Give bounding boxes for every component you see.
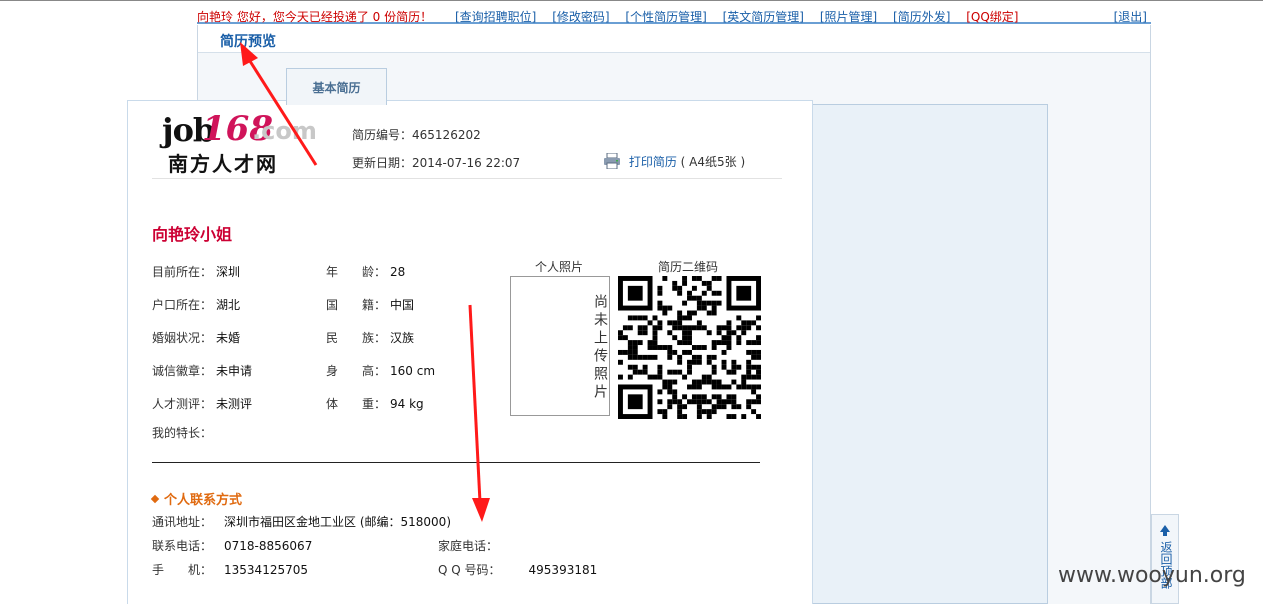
nav-english-resume[interactable]: [英文简历管理]	[723, 10, 804, 24]
nav-search-jobs[interactable]: [查询招聘职位]	[455, 10, 536, 24]
back-to-top-button[interactable]: 返回顶部	[1151, 514, 1179, 604]
resume-id-value: 465126202	[412, 128, 481, 142]
printer-icon	[604, 152, 620, 170]
nav-resume-manage[interactable]: [个性简历管理]	[625, 10, 706, 24]
welcome-message: 向艳玲 您好，您今天已经投递了 0 份简历！	[197, 10, 433, 24]
field-credit-badge: 诚信徽章： 未申请	[152, 364, 253, 378]
field-current-location: 目前所在： 深圳	[152, 265, 241, 279]
site-logo: job 168 .com 南方人才网	[162, 109, 317, 176]
logo-chinese: 南方人才网	[168, 152, 278, 176]
logout-link[interactable]: [退出]	[1114, 8, 1147, 25]
contact-phone: 联系电话： 0718-8856067	[152, 539, 313, 553]
header-nav: 向艳玲 您好，您今天已经投递了 0 份简历！ [查询招聘职位] [修改密码] […	[197, 8, 1151, 24]
field-height: 身 高： 160 cm	[326, 364, 436, 378]
nav-change-password[interactable]: [修改密码]	[552, 10, 609, 24]
header-divider	[152, 178, 782, 179]
field-hukou: 户口所在： 湖北	[152, 298, 241, 312]
contact-home-phone: 家庭电话：	[438, 539, 499, 553]
qr-label: 简历二维码	[658, 260, 719, 274]
logo-com: .com	[252, 117, 317, 145]
page-title: 简历预览	[220, 34, 276, 50]
nav-photo-manage[interactable]: [照片管理]	[820, 10, 877, 24]
candidate-name: 向艳玲小姐	[152, 225, 233, 244]
field-weight: 体 重： 94 kg	[326, 397, 424, 411]
diamond-icon	[150, 494, 160, 504]
section-divider	[152, 462, 760, 463]
watermark: www.wooyun.org	[1058, 563, 1246, 588]
resume-date-value: 2014-07-16 22:07	[412, 156, 521, 170]
contact-section-title: 个人联系方式	[150, 489, 242, 508]
photo-placeholder: 尚未上传照片	[510, 276, 610, 416]
resume-date: 更新日期：2014-07-16 22:07	[352, 154, 520, 171]
contact-qq: Q Q 号码： 495393181	[438, 563, 598, 577]
qr-code-icon	[618, 276, 761, 419]
field-marital: 婚姻状况： 未婚	[152, 331, 241, 345]
tab-basic-resume[interactable]: 基本简历	[286, 68, 387, 105]
print-note: ( A4纸5张 )	[680, 155, 746, 169]
field-ethnicity: 民 族： 汉族	[326, 331, 415, 345]
field-assessment: 人才测评： 未测评	[152, 397, 253, 411]
top-rule	[0, 0, 1263, 1]
field-age: 年 龄： 28	[326, 265, 406, 279]
preview-bar: 简历预览	[198, 25, 1150, 53]
print-resume-link[interactable]: 打印简历	[629, 155, 677, 169]
resume-date-label: 更新日期：	[352, 156, 413, 170]
field-nationality: 国 籍： 中国	[326, 298, 415, 312]
photo-label: 个人照片	[535, 260, 584, 274]
contact-mobile: 手 机： 13534125705	[152, 563, 308, 577]
resume-sheet: job 168 .com 南方人才网 简历编号：465126202 更新日期：2…	[127, 100, 813, 604]
resume-id: 简历编号：465126202	[352, 126, 481, 143]
resume-id-label: 简历编号：	[352, 128, 413, 142]
nav-qq-bind[interactable]: [QQ绑定]	[966, 10, 1018, 24]
arrow-up-icon	[1160, 525, 1170, 536]
nav-links: [查询招聘职位] [修改密码] [个性简历管理] [英文简历管理] [照片管理]…	[455, 8, 1030, 25]
contact-address: 通讯地址： 深圳市福田区金地工业区 (邮编：518000)	[152, 515, 452, 529]
field-specialty: 我的特长：	[152, 426, 213, 440]
nav-resume-send[interactable]: [简历外发]	[893, 10, 950, 24]
photo-placeholder-text: 尚未上传照片	[592, 294, 608, 402]
print-resume[interactable]: 打印简历 ( A4纸5张 )	[603, 152, 746, 170]
